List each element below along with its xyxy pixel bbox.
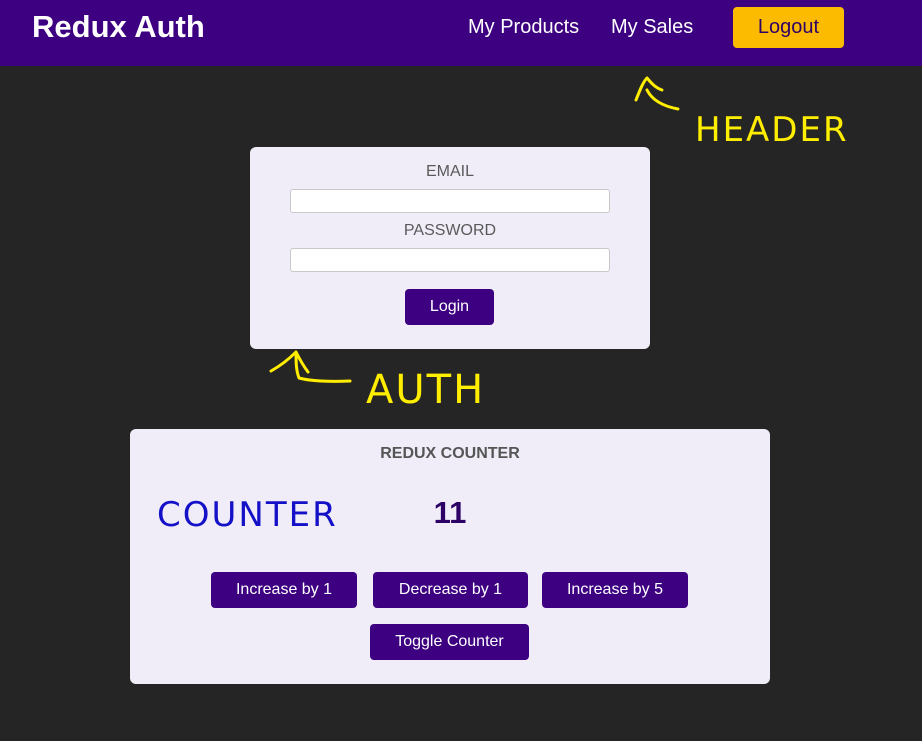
password-field[interactable] [290, 248, 610, 272]
email-field[interactable] [290, 189, 610, 213]
header-annotation-label: HEADER [695, 110, 849, 150]
auth-annotation-arrow [269, 350, 352, 383]
nav-my-sales[interactable]: My Sales [611, 14, 693, 40]
increase-by-1-button[interactable]: Increase by 1 [211, 572, 357, 608]
increase-by-5-button[interactable]: Increase by 5 [542, 572, 688, 608]
nav-my-products[interactable]: My Products [468, 14, 579, 40]
auth-annotation-label: AUTH [366, 367, 485, 413]
counter-card: REDUX COUNTER 11 Increase by 1 Decrease … [130, 429, 770, 684]
app-brand: Redux Auth [32, 9, 205, 44]
counter-value: 11 [433, 495, 467, 530]
login-button[interactable]: Login [405, 289, 494, 325]
toggle-counter-button[interactable]: Toggle Counter [370, 624, 529, 660]
app-header: Redux Auth My Products My Sales Logout [0, 0, 922, 66]
header-annotation-arrow [634, 76, 680, 111]
logout-button[interactable]: Logout [733, 7, 844, 48]
decrease-by-1-button[interactable]: Decrease by 1 [373, 572, 528, 608]
counter-title: REDUX COUNTER [380, 445, 520, 462]
email-label: EMAIL [425, 163, 474, 180]
password-label: PASSWORD [403, 222, 497, 239]
auth-form-card: EMAIL PASSWORD Login [250, 147, 650, 349]
